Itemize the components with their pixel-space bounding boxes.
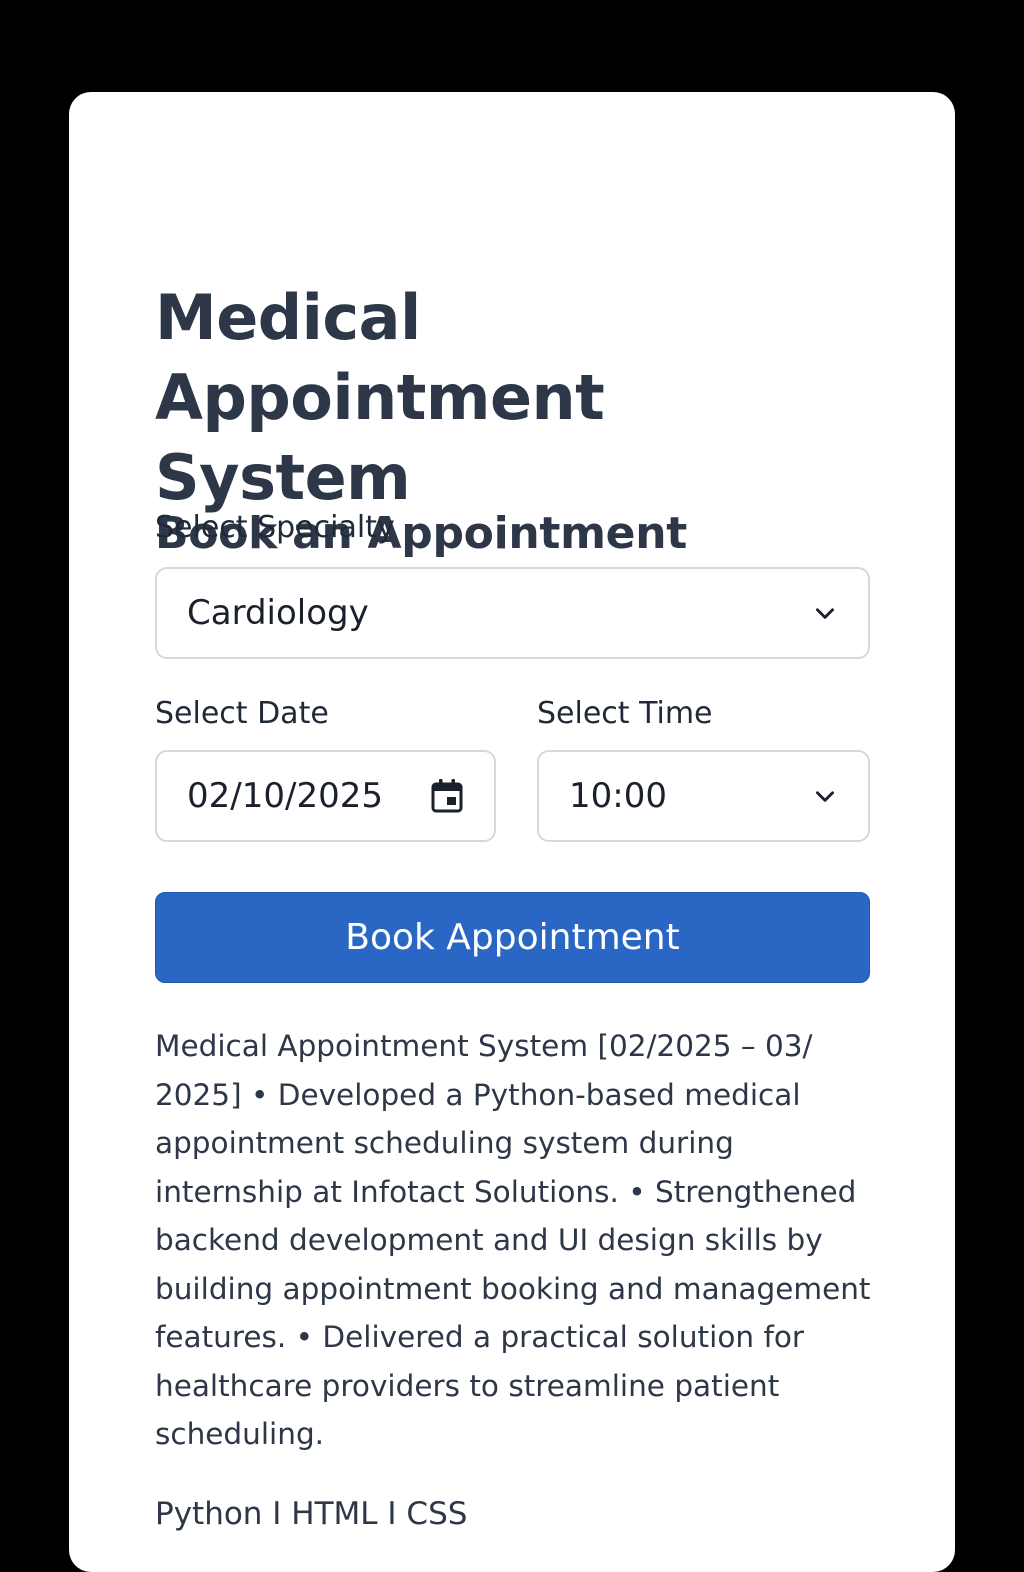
chevron-down-icon	[812, 600, 838, 626]
date-input[interactable]: 02/10/2025	[155, 750, 496, 842]
specialty-label: Select Specialty	[155, 510, 395, 545]
tech-stack: Python I HTML I CSS	[155, 1496, 468, 1532]
chevron-down-icon	[812, 783, 838, 809]
time-label: Select Time	[537, 696, 713, 731]
page-title: Medical Appointment System	[155, 281, 605, 514]
project-description: Medical Appointment System [02/2025 – 03…	[155, 1029, 871, 1451]
time-select[interactable]: 10:00	[537, 750, 870, 842]
date-value: 02/10/2025	[187, 776, 383, 816]
appointment-card: Medical Appointment System Book an Appoi…	[69, 92, 955, 1572]
specialty-select[interactable]: Cardiology	[155, 567, 870, 659]
book-appointment-button[interactable]: Book Appointment	[155, 892, 870, 983]
calendar-icon[interactable]	[430, 778, 464, 814]
time-value: 10:00	[569, 776, 667, 816]
specialty-value: Cardiology	[187, 593, 369, 633]
date-label: Select Date	[155, 696, 329, 731]
